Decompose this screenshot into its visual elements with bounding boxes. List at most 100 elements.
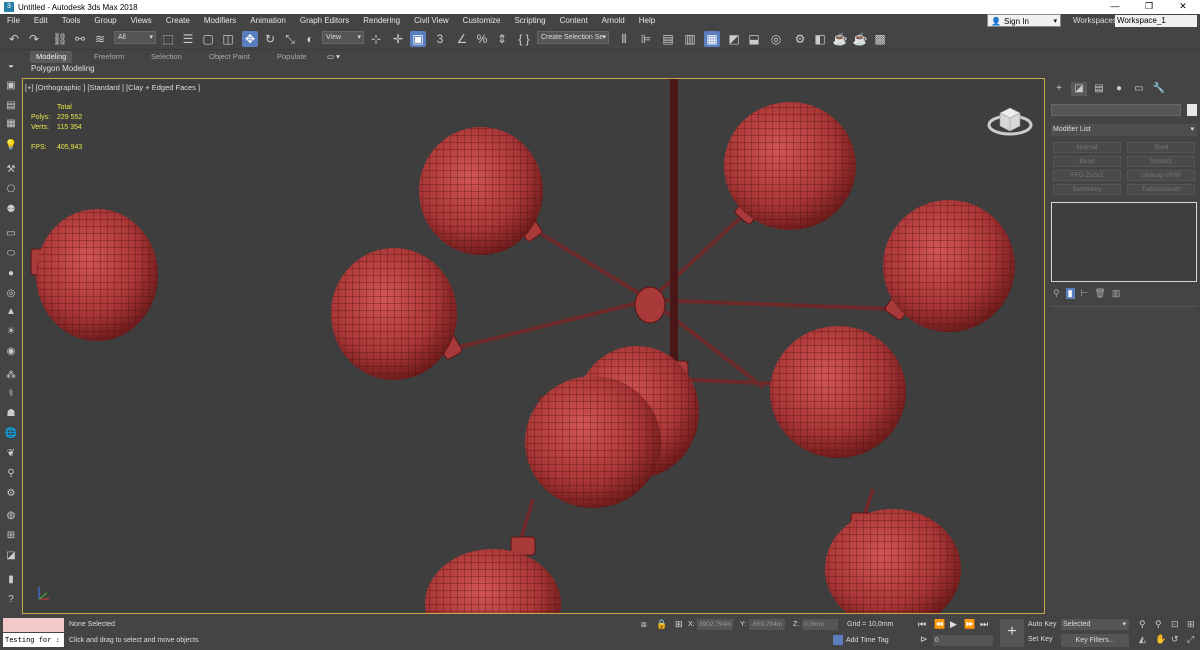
tab-modeling[interactable]: Modeling [30,51,73,63]
angle-snap-icon[interactable]: ∠ [454,31,470,47]
redo-icon[interactable]: ↷ [26,31,42,47]
set-keys-icon[interactable]: + [1000,619,1024,647]
help-icon[interactable]: ? [3,592,19,608]
sign-in-button[interactable]: Sign In ▾ [987,14,1061,28]
menu-graph-editors[interactable]: Graph Editors [293,14,356,28]
modifier-symmetry-button[interactable]: Symmetry [1053,184,1121,195]
render-setup-icon[interactable]: ⚙ [792,31,808,47]
workspace-dropdown[interactable]: Workspace_1 [1115,15,1197,27]
previous-frame-icon[interactable]: ⏪ [934,619,945,630]
tab-freeform[interactable]: Freeform [94,51,124,63]
tab-populate[interactable]: Populate [277,51,307,63]
tab-object-paint[interactable]: Object Paint [209,51,250,63]
ribbon-toggle-icon[interactable]: ▦ [704,31,720,47]
menu-help[interactable]: Help [632,14,662,28]
link-icon[interactable]: ⛓ [52,31,68,47]
pivot-center-icon[interactable]: ⊹ [368,31,384,47]
remove-modifier-icon[interactable]: 🗑 [1094,288,1105,299]
isolate-selection-icon[interactable]: ▣ [3,78,19,94]
cone-primitive-icon[interactable]: ▲ [3,304,19,320]
modifier-normal-button[interactable]: Normal [1053,142,1121,153]
modeling-list-icon[interactable]: ▦ [3,116,19,132]
go-to-start-icon[interactable]: ⏮ [918,619,926,630]
pan-icon[interactable]: ✋ [1155,634,1166,645]
scene-list-icon[interactable]: ▤ [3,98,19,114]
field-of-view-icon[interactable]: ◭ [1139,634,1146,645]
menu-scripting[interactable]: Scripting [507,14,552,28]
z-coordinate-field[interactable]: 0,0mm [802,619,838,630]
undo-icon[interactable]: ↶ [6,31,22,47]
render-icon[interactable]: ◪ [3,548,19,564]
transform-gizmo-icon[interactable]: ✛ [390,31,406,47]
menu-rendering[interactable]: Rendering [356,14,407,28]
menu-edit[interactable]: Edit [27,14,55,28]
perspective-viewport[interactable]: [+] [Orthographic ] [Standard ] [Clay + … [22,78,1045,614]
viewcube-icon[interactable] [986,99,1034,139]
curve-editor-icon[interactable]: ◩ [726,31,742,47]
hierarchy-tab-icon[interactable]: ▤ [1091,82,1107,96]
viewport-label[interactable]: [+] [Orthographic ] [Standard ] [Clay + … [25,83,200,92]
x-coordinate-field[interactable]: 3902,794m [697,619,733,630]
maximize-button[interactable]: ❐ [1132,0,1166,14]
menu-customize[interactable]: Customize [456,14,508,28]
sun-light-icon[interactable]: ☀ [3,324,19,340]
menu-modifiers[interactable]: Modifiers [197,14,243,28]
object-color-swatch[interactable] [1187,104,1197,116]
align-icon[interactable]: ⊫ [638,31,654,47]
menu-group[interactable]: Group [87,14,123,28]
menu-create[interactable]: Create [159,14,197,28]
key-mode-icon[interactable]: ⊳ [920,634,928,645]
document-icon[interactable]: ▮ [3,572,19,588]
select-and-scale-icon[interactable]: ⤡ [282,31,298,47]
bones-icon[interactable]: ⚕ [3,386,19,402]
lock-selection-icon[interactable]: 🔒 [656,619,667,630]
maxscript-listener-input[interactable]: Testing for : [3,633,64,647]
edit-named-selection-icon[interactable]: { } [516,31,532,47]
maxscript-listener-output[interactable] [3,618,64,632]
material-sphere-icon[interactable]: ◍ [3,508,19,524]
layer-explorer-icon[interactable]: ▥ [682,31,698,47]
bind-space-warp-icon[interactable]: ≋ [92,31,108,47]
biped-icon[interactable]: ☗ [3,406,19,422]
modifier-list-dropdown[interactable]: Modifier List [1051,124,1197,136]
reference-coordinate-dropdown[interactable]: View [322,31,364,44]
helpers-icon[interactable]: ⚉ [3,202,19,218]
maximize-viewport-icon[interactable]: ⤢ [1187,634,1194,645]
scene-explorer-icon[interactable]: ▤ [660,31,676,47]
object-name-field[interactable] [1051,104,1181,116]
create-tab-icon[interactable]: + [1051,82,1067,96]
zoom-extents-icon[interactable]: ⊡ [1171,619,1179,630]
make-unique-icon[interactable]: ⊢ [1081,288,1089,299]
render-in-cloud-icon[interactable]: ▩ [872,31,888,47]
schematic-view-icon[interactable]: ⬓ [746,31,762,47]
particles-icon[interactable]: ⁂ [3,368,19,384]
menu-content[interactable]: Content [553,14,595,28]
menu-animation[interactable]: Animation [243,14,293,28]
close-button[interactable]: ✕ [1166,0,1200,14]
unlink-icon[interactable]: ⚯ [72,31,88,47]
add-time-tag-button[interactable]: Add Time Tag [846,637,889,644]
foliage-icon[interactable]: ❦ [3,446,19,462]
set-key-button[interactable]: Set Key [1028,636,1053,643]
isolate-toggle-icon[interactable]: ⧈ [641,619,647,630]
render-production-icon[interactable]: ☕ [832,31,848,47]
current-frame-field[interactable]: 0 [933,635,993,646]
orbit-icon[interactable]: ↺ [1171,634,1179,645]
place-icon[interactable]: ◐ [302,31,318,47]
modify-tab-icon[interactable]: ◪ [1071,82,1087,96]
mirror-icon[interactable]: ⫴ [616,31,632,47]
plane-primitive-icon[interactable]: ⬭ [3,246,19,262]
keyboard-shortcut-override-icon[interactable]: ▣ [410,31,426,47]
modifier-turbosmooth-button[interactable]: TurboSmooth [1127,184,1195,195]
viewport-layout-icon[interactable]: ◒ [3,58,19,74]
utilities-tab-icon[interactable]: 🔧 [1151,82,1167,96]
window-crossing-icon[interactable]: ◫ [220,31,236,47]
zoom-icon[interactable]: ⚲ [1139,619,1146,630]
zoom-extents-all-icon[interactable]: ⊞ [1187,619,1195,630]
camera-icon[interactable]: ⎔ [3,182,19,198]
play-icon[interactable]: ▶ [950,619,957,630]
rendered-frame-window-icon[interactable]: ◧ [812,31,828,47]
go-to-end-icon[interactable]: ⏭ [980,619,988,630]
populate-icon[interactable]: ⚙ [3,486,19,502]
modifier-shell-button[interactable]: Shell [1127,142,1195,153]
